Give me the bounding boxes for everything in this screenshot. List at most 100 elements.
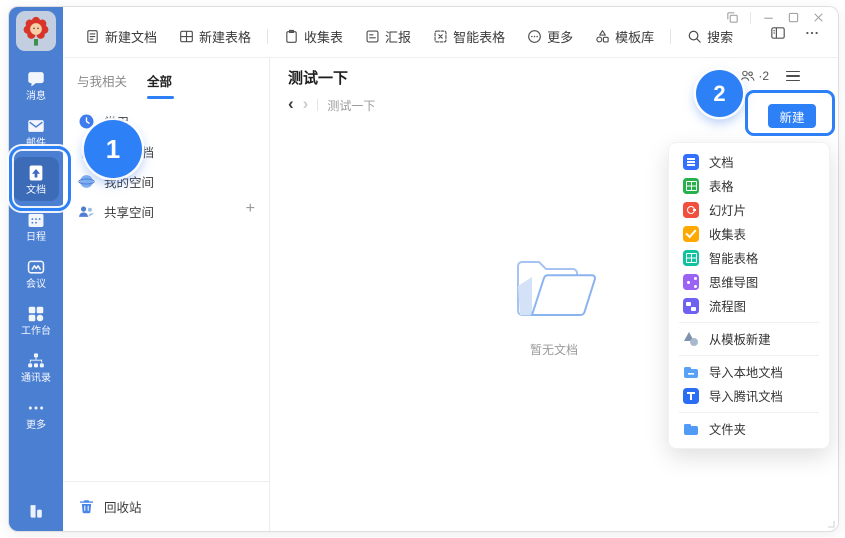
breadcrumb: 测试一下 xyxy=(288,96,375,114)
menu-item-label: 表格 xyxy=(709,177,734,195)
resize-handle[interactable] xyxy=(827,520,835,528)
close-icon[interactable] xyxy=(811,10,826,25)
toolbar-label: 收集表 xyxy=(304,27,343,46)
menu-item-collect-form[interactable]: 收集表 xyxy=(669,222,829,246)
collect-form-icon xyxy=(284,29,299,44)
new-button[interactable]: 新建 xyxy=(768,104,816,128)
panel-toggle-icon[interactable] xyxy=(770,25,786,41)
add-space-button[interactable]: + xyxy=(246,200,255,218)
new-dropdown-menu: 文档 表格 幻灯片 收集表 智能表格 xyxy=(668,142,830,449)
toolbar-report-button[interactable]: 汇报 xyxy=(359,24,417,49)
sidebar-tabs: 与我相关 全部 xyxy=(63,58,269,99)
my-space-icon xyxy=(77,172,95,190)
toolbar-label: 新建表格 xyxy=(199,27,251,46)
sidebar-divider xyxy=(63,481,269,482)
rail-item-more[interactable]: 更多 xyxy=(13,392,59,436)
menu-item-smart-sheet[interactable]: 智能表格 xyxy=(669,246,829,270)
toolbar-new-doc-button[interactable]: 新建文档 xyxy=(79,24,163,49)
toolbar-divider xyxy=(670,29,671,44)
menu-item-from-template[interactable]: 从模板新建 xyxy=(669,327,829,351)
forward-icon[interactable] xyxy=(303,96,309,114)
toolbar-search-button[interactable]: 搜索 xyxy=(681,24,739,49)
main-area: 测试一下 ·2 测试一下 新建 xyxy=(270,58,838,531)
doc-upload-icon xyxy=(26,163,46,183)
members-button[interactable]: ·2 xyxy=(739,69,769,83)
window-controls xyxy=(725,10,826,25)
toolbar-smart-sheet-button[interactable]: 智能表格 xyxy=(427,24,511,49)
sidebar-item-frequent[interactable]: 常用 xyxy=(63,106,269,136)
sidebar-item-label: 回收站 xyxy=(104,497,142,516)
rail-item-messages[interactable]: 消息 xyxy=(13,63,59,107)
collect-form-check-icon xyxy=(683,226,699,242)
menu-item-slides[interactable]: 幻灯片 xyxy=(669,198,829,222)
rail-item-label: 通讯录 xyxy=(21,373,51,384)
tab-all[interactable]: 全部 xyxy=(147,71,174,99)
sidebar-item-trash[interactable]: 回收站 xyxy=(63,491,269,521)
rail-item-label: 邮件 xyxy=(26,138,46,149)
toolbar-label: 模板库 xyxy=(615,27,654,46)
window-controls-divider xyxy=(750,12,751,24)
meeting-icon xyxy=(26,257,46,277)
more-dots-icon xyxy=(26,398,46,418)
toolbar-label: 汇报 xyxy=(385,27,411,46)
rail-item-label: 会议 xyxy=(26,279,46,290)
toolbar-label: 搜索 xyxy=(707,27,733,46)
menu-item-import-local[interactable]: 导入本地文档 xyxy=(669,360,829,384)
smart-sheet-icon xyxy=(433,29,448,44)
toolbar-collect-form-button[interactable]: 收集表 xyxy=(278,24,349,49)
tab-related-to-me[interactable]: 与我相关 xyxy=(77,71,127,99)
menu-item-label: 从模板新建 xyxy=(709,330,771,348)
menu-item-label: 导入腾讯文档 xyxy=(709,387,783,405)
sidebar-item-shared-space[interactable]: 共享空间 + xyxy=(63,196,269,226)
rail-nav: 消息 邮件 文档 日程 xyxy=(9,63,63,436)
sidebar-item-label: 我的文档 xyxy=(104,142,154,161)
menu-item-sheet[interactable]: 表格 xyxy=(669,174,829,198)
template-shapes-icon xyxy=(683,331,699,347)
toolbar-new-sheet-button[interactable]: 新建表格 xyxy=(173,24,257,49)
rail-item-meeting[interactable]: 会议 xyxy=(13,251,59,295)
tab-label: 全部 xyxy=(147,75,172,89)
rail-item-mail[interactable]: 邮件 xyxy=(13,110,59,154)
rail-stats-button[interactable] xyxy=(9,501,63,521)
chat-icon xyxy=(26,69,46,89)
rail-item-calendar[interactable]: 日程 xyxy=(13,204,59,248)
minimize-icon[interactable] xyxy=(761,10,776,25)
more-circle-icon xyxy=(527,29,542,44)
menu-item-label: 文档 xyxy=(709,153,734,171)
slides-icon xyxy=(683,202,699,218)
members-icon xyxy=(739,69,756,83)
back-icon[interactable] xyxy=(288,96,294,114)
sidebar-item-my-space[interactable]: 我的空间 xyxy=(63,166,269,196)
doc-icon xyxy=(683,154,699,170)
app-rail: 消息 邮件 文档 日程 xyxy=(9,7,63,531)
menu-item-doc[interactable]: 文档 xyxy=(669,150,829,174)
sidebar-item-my-docs[interactable]: 我的文档 xyxy=(63,136,269,166)
stats-icon xyxy=(26,501,46,521)
avatar[interactable] xyxy=(16,11,56,51)
menu-item-label: 思维导图 xyxy=(709,273,758,291)
rail-item-workbench[interactable]: 工作台 xyxy=(13,298,59,342)
rail-item-docs[interactable]: 文档 xyxy=(13,157,59,201)
menu-item-flowchart[interactable]: 流程图 xyxy=(669,294,829,318)
toolbar-more-button[interactable]: 更多 xyxy=(521,24,579,49)
page-title: 测试一下 xyxy=(288,67,348,88)
menu-item-mind-map[interactable]: 思维导图 xyxy=(669,270,829,294)
toolbar-template-library-button[interactable]: 模板库 xyxy=(589,24,660,49)
ellipsis-icon[interactable] xyxy=(804,25,820,41)
folder-icon xyxy=(683,421,699,437)
list-menu-icon[interactable] xyxy=(786,71,800,82)
main-header-actions: ·2 xyxy=(739,69,800,83)
sidebar-bottom: 回收站 xyxy=(63,481,269,521)
titlebar: 新建文档 新建表格 收集表 汇报 xyxy=(63,7,838,58)
toolbar-right xyxy=(770,25,820,41)
breadcrumb-divider xyxy=(317,99,318,111)
avatar-flower-icon xyxy=(20,15,52,47)
sheet-icon xyxy=(683,178,699,194)
menu-item-folder[interactable]: 文件夹 xyxy=(669,417,829,441)
toolbar-label: 新建文档 xyxy=(105,27,157,46)
maximize-icon[interactable] xyxy=(786,10,801,25)
menu-item-import-tencent-docs[interactable]: 导入腾讯文档 xyxy=(669,384,829,408)
menu-item-label: 流程图 xyxy=(709,297,746,315)
rail-item-contacts[interactable]: 通讯录 xyxy=(13,345,59,389)
rail-item-label: 工作台 xyxy=(21,326,51,337)
